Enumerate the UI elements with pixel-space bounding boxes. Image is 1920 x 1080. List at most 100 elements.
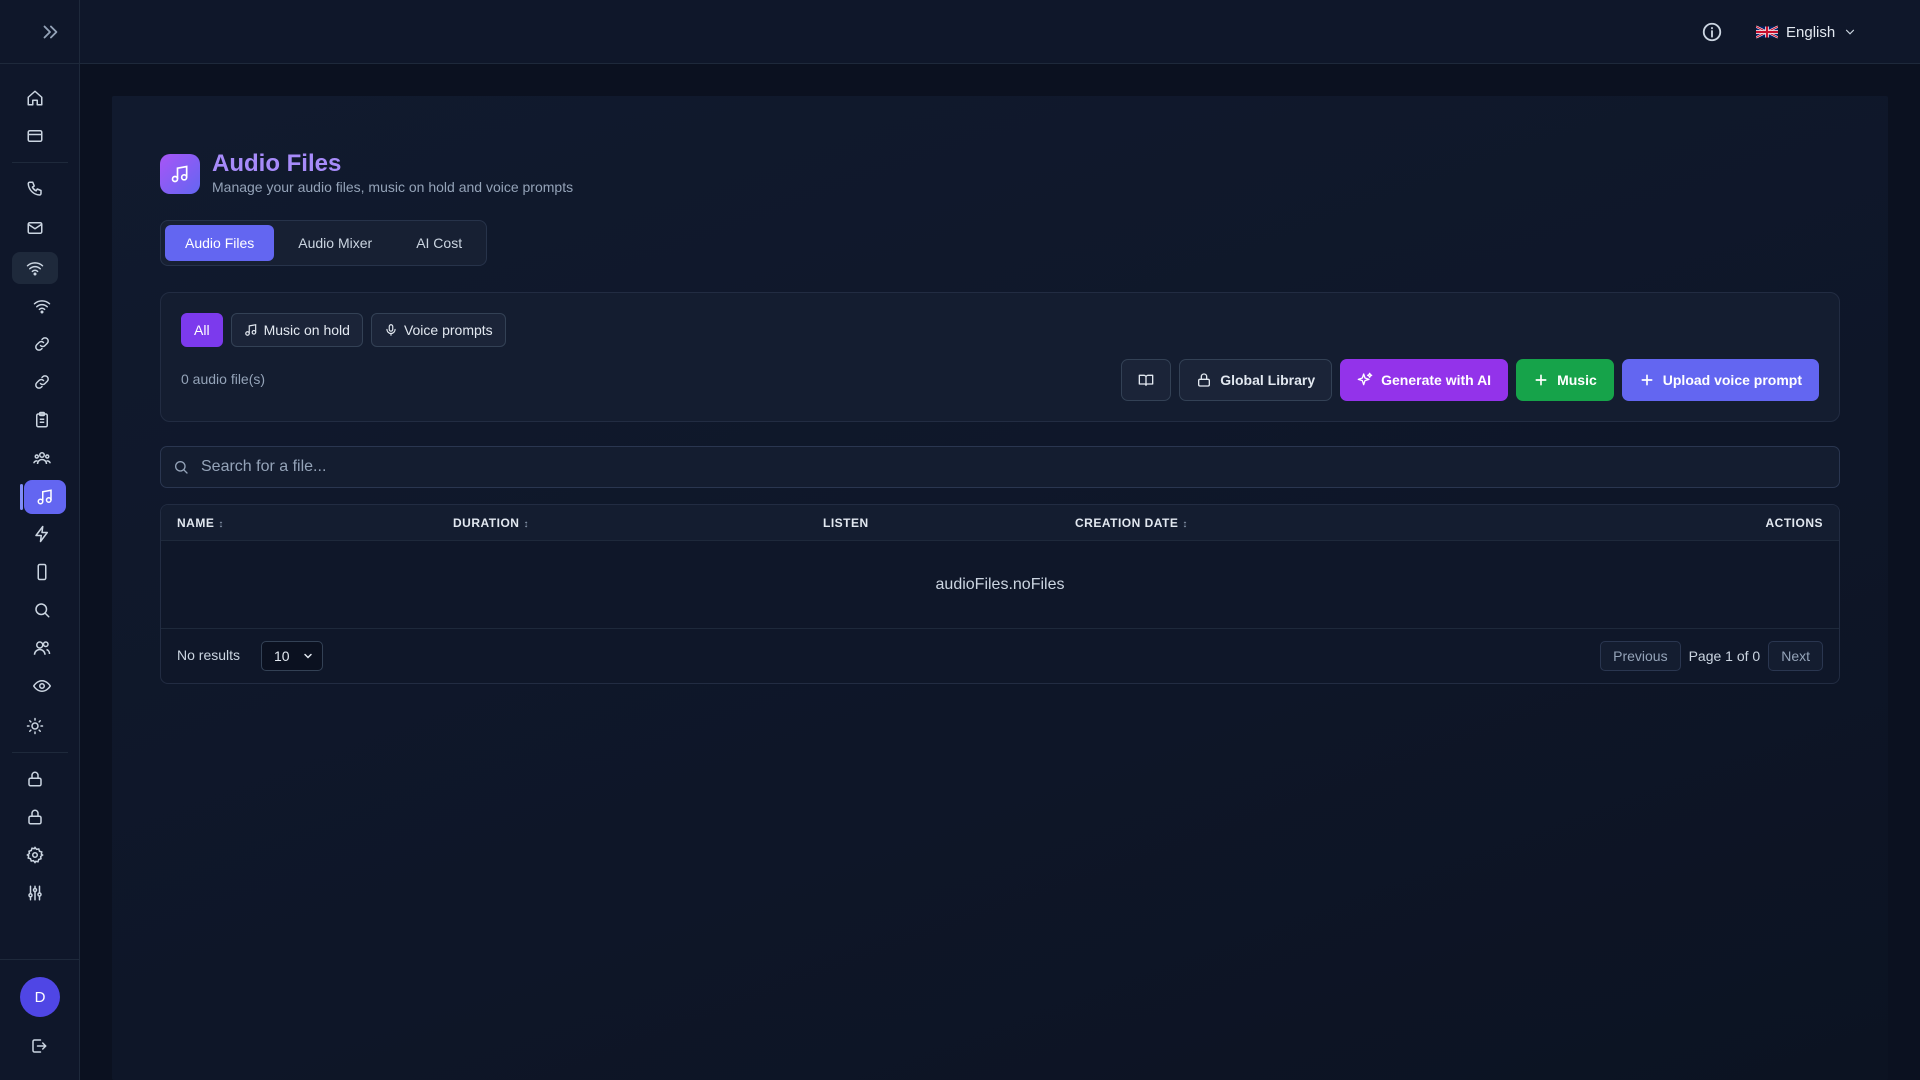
sidebar-item-settings[interactable]	[12, 839, 58, 871]
docs-button[interactable]	[1121, 359, 1172, 401]
column-duration[interactable]: DURATION ↕	[453, 505, 529, 541]
filter-all[interactable]: All	[181, 313, 223, 347]
sidebar-item-adjustments[interactable]	[12, 877, 58, 909]
plus-icon	[1535, 374, 1547, 386]
users-icon	[33, 641, 51, 655]
chevron-down-icon	[1846, 29, 1855, 35]
language-selector[interactable]: English	[1756, 18, 1857, 46]
logout-button[interactable]	[16, 1030, 62, 1062]
filter-music-label: Music on hold	[263, 322, 350, 338]
chevron-down-icon	[304, 653, 312, 659]
tab-audio-mixer[interactable]: Audio Mixer	[278, 225, 392, 261]
language-label: English	[1786, 23, 1836, 41]
sidebar-item-monitor[interactable]	[19, 670, 65, 702]
column-listen: LISTEN	[823, 505, 869, 541]
filter-all-label: All	[194, 322, 210, 338]
sidebar-header	[0, 0, 79, 64]
book-icon	[1138, 374, 1154, 386]
upload-voice-label: Upload voice prompt	[1662, 372, 1802, 388]
sidebar-item-audio[interactable]	[24, 480, 66, 514]
sidebar-item-calls[interactable]	[12, 173, 58, 205]
global-library-label: Global Library	[1220, 372, 1316, 388]
plus-icon	[1641, 374, 1653, 386]
sliders-icon	[28, 885, 42, 901]
mail-icon	[27, 222, 43, 234]
eye-icon	[33, 679, 51, 693]
column-creation-date[interactable]: CREATION DATE ↕	[1075, 505, 1188, 541]
column-name[interactable]: NAME ↕	[177, 505, 224, 541]
sidebar-item-clipboard[interactable]	[19, 404, 65, 436]
sidebar-item-security-1[interactable]	[12, 763, 58, 795]
logout-icon	[32, 1039, 47, 1053]
search-box	[160, 446, 1840, 488]
wifi-icon	[26, 262, 44, 276]
avatar[interactable]: D	[20, 977, 60, 1017]
sidebar-item-search[interactable]	[19, 594, 65, 626]
page-size-value: 10	[274, 648, 290, 664]
sort-icon: ↕	[523, 519, 529, 530]
content: Audio Files Manage your audio files, mus…	[160, 150, 1840, 684]
sort-icon: ↕	[1182, 519, 1188, 530]
page-size-select[interactable]: 10	[261, 641, 323, 671]
search-input[interactable]	[201, 447, 1821, 487]
page-header: Audio Files Manage your audio files, mus…	[160, 150, 1840, 202]
empty-state: audioFiles.noFiles	[161, 541, 1839, 629]
column-duration-label: DURATION	[453, 516, 520, 530]
add-music-button[interactable]: Music	[1516, 359, 1614, 401]
sidebar-item-teams[interactable]	[19, 442, 65, 474]
double-chevron-right-icon[interactable]	[39, 21, 61, 43]
info-icon[interactable]	[1701, 21, 1723, 43]
sidebar: D	[0, 0, 80, 1080]
main-panel: Audio Files Manage your audio files, mus…	[112, 96, 1888, 1080]
sidebar-item-link-1[interactable]	[19, 328, 65, 360]
upload-voice-prompt-button[interactable]: Upload voice prompt	[1621, 359, 1819, 401]
tab-ai-cost[interactable]: AI Cost	[396, 225, 482, 261]
previous-page-button[interactable]: Previous	[1600, 641, 1681, 671]
sidebar-item-security-2[interactable]	[12, 801, 58, 833]
column-listen-label: LISTEN	[823, 516, 869, 530]
lock-icon	[28, 809, 42, 825]
users-group-icon	[33, 452, 51, 465]
sidebar-item-billing[interactable]	[12, 120, 58, 152]
filter-voice-label: Voice prompts	[403, 322, 493, 338]
table-footer: No results 10 Previous Page 1 of 0 Next	[161, 629, 1839, 683]
sidebar-item-home[interactable]	[12, 82, 58, 114]
sort-icon: ↕	[218, 519, 224, 530]
filter-chips: All Music on hold Voice prompts	[181, 313, 506, 347]
sidebar-item-mobile[interactable]	[19, 556, 65, 588]
sidebar-item-automation[interactable]	[19, 518, 65, 550]
global-library-button[interactable]: Global Library	[1179, 359, 1333, 401]
sidebar-active-indicator	[20, 484, 23, 510]
lock-icon	[1198, 373, 1211, 387]
mic-icon	[386, 324, 396, 336]
sidebar-item-link-2[interactable]	[19, 366, 65, 398]
sidebar-divider	[12, 752, 68, 753]
generate-ai-button[interactable]: Generate with AI	[1340, 359, 1509, 401]
tab-bar: Audio Files Audio Mixer AI Cost	[160, 220, 488, 266]
music-icon	[244, 324, 256, 336]
uk-flag-icon	[1756, 25, 1778, 39]
topbar: English	[80, 0, 1920, 64]
mobile-icon	[37, 563, 47, 581]
sidebar-item-wifi[interactable]	[19, 290, 65, 322]
card-icon	[27, 130, 43, 142]
filter-voice-prompts[interactable]: Voice prompts	[370, 313, 506, 347]
action-buttons: Global Library Generate with AI Music Up…	[1121, 359, 1819, 401]
sidebar-item-network[interactable]	[12, 252, 58, 284]
sidebar-item-theme[interactable]	[12, 710, 58, 742]
app-root: D English Audio Files Manage your audio …	[0, 0, 1920, 1080]
next-page-button[interactable]: Next	[1768, 641, 1823, 671]
filters-card: All Music on hold Voice prompts 0 audio …	[160, 292, 1840, 422]
tab-audio-files[interactable]: Audio Files	[165, 225, 275, 261]
no-results-text: No results	[177, 647, 241, 663]
filter-music-on-hold[interactable]: Music on hold	[230, 313, 363, 347]
lock-icon	[28, 771, 42, 787]
search-icon	[35, 603, 50, 618]
wifi-icon	[33, 300, 51, 314]
lightning-icon	[35, 525, 48, 543]
page-icon	[160, 154, 200, 194]
link-icon	[35, 375, 49, 389]
sidebar-item-mail[interactable]	[12, 212, 58, 244]
sidebar-item-users[interactable]	[19, 632, 65, 664]
music-icon	[37, 489, 52, 505]
